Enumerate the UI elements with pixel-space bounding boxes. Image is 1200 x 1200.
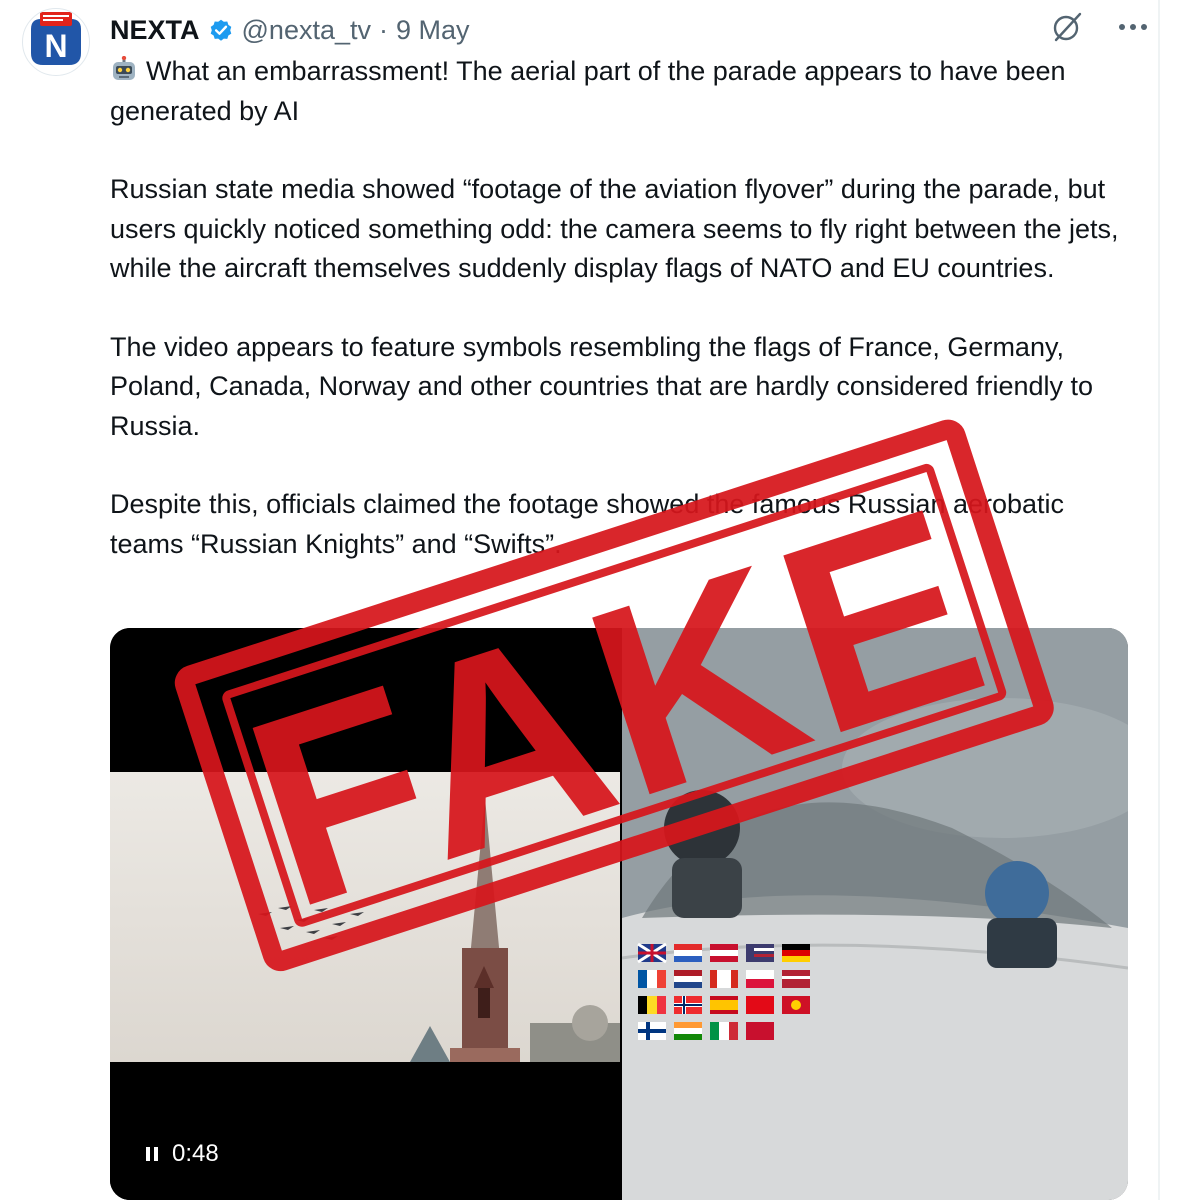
top-actions [1050,10,1148,44]
handle[interactable]: @nexta_tv [242,15,371,46]
parade-scene [110,798,620,1200]
pause-icon[interactable] [146,1147,158,1161]
column-border [1158,0,1160,1200]
more-dots-icon[interactable] [1118,23,1148,31]
tweet-paragraph-3: The video appears to feature symbols res… [110,331,1094,441]
tweet-header: NEXTA @nexta_tv · 9 May [110,10,470,50]
video-left-frame: 0:48 [110,628,620,1200]
verified-badge-icon [208,17,234,43]
post-date[interactable]: 9 May [396,15,470,46]
grok-icon[interactable] [1050,10,1084,44]
video-controls[interactable]: 0:48 [146,1140,219,1168]
cockpit-scene [622,628,1128,1200]
tweet-paragraph-1-text: What an embarrassment! The aerial part o… [110,56,1066,126]
video-right-frame [622,628,1128,1200]
robot-emoji-icon [110,55,138,84]
jet-formation [258,906,364,940]
nexta-logo-icon: N [24,10,88,74]
separator-dot: · [379,14,388,45]
video-player[interactable]: 0:48 [110,628,1128,1200]
tweet-paragraph-2: Russian state media showed “footage of t… [110,174,1119,283]
tweet-paragraph-1: What an embarrassment! The aerial part o… [110,52,1140,131]
video-timestamp: 0:48 [172,1140,219,1167]
tweet-paragraph-4: Despite this, officials claimed the foot… [110,489,1065,559]
tweet-text: What an embarrassment! The aerial part o… [110,52,1140,564]
display-name[interactable]: NEXTA [110,15,200,46]
avatar-letter: N [44,28,67,64]
avatar[interactable]: N [22,8,90,76]
